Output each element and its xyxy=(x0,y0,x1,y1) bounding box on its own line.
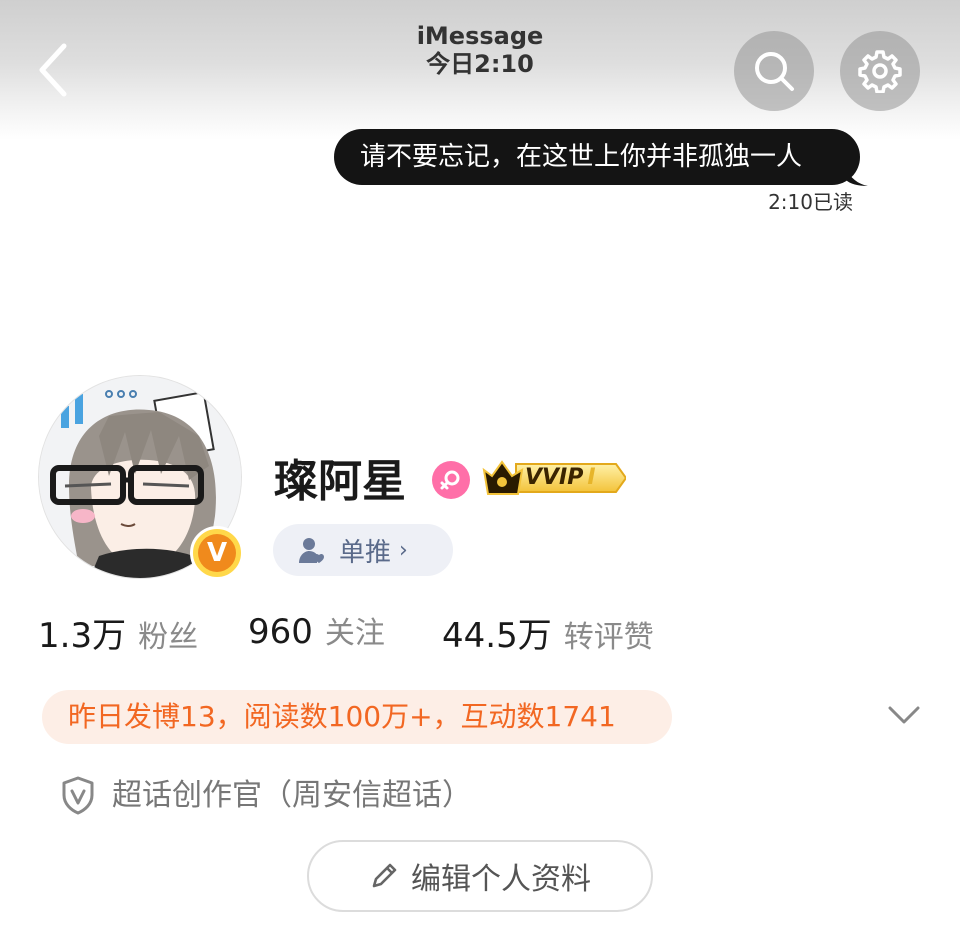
supertopic-role[interactable]: 超话创作官（周安信超话） xyxy=(112,772,472,820)
stat-value: 1.3万 xyxy=(38,616,127,656)
settings-button[interactable] xyxy=(840,31,920,111)
gear-icon xyxy=(858,50,902,93)
timestamp: 今日2:10 xyxy=(426,50,534,78)
bubble-tail xyxy=(846,168,868,186)
stat-following[interactable]: 960 关注 xyxy=(248,608,385,652)
read-status: 2:10已读 xyxy=(768,190,853,214)
header-title: iMessage 今日2:10 xyxy=(380,22,580,78)
back-button[interactable] xyxy=(28,38,78,102)
chevron-left-icon xyxy=(39,43,67,97)
app-title: iMessage xyxy=(416,22,544,50)
tag-label: 单推 xyxy=(339,537,392,568)
edit-profile-button[interactable]: 编辑个人资料 xyxy=(307,840,653,912)
expand-button[interactable] xyxy=(884,700,924,730)
stat-value: 44.5万 xyxy=(442,616,552,656)
activity-notice[interactable]: 昨日发博13，阅读数100万+，互动数1741 xyxy=(42,690,672,744)
female-gender-icon xyxy=(432,461,470,499)
stat-engagement[interactable]: 44.5万 转评赞 xyxy=(442,608,654,657)
stat-followers[interactable]: 1.3万 粉丝 xyxy=(38,608,198,657)
chevron-right-icon: › xyxy=(399,537,408,563)
search-icon xyxy=(755,52,794,91)
chevron-down-icon xyxy=(888,706,920,724)
message-bubble[interactable]: 请不要忘记，在这世上你并非孤独一人 xyxy=(334,129,860,185)
stat-label: 粉丝 xyxy=(138,620,199,655)
shield-v-icon xyxy=(62,776,94,815)
username: 璨阿星 xyxy=(274,456,406,507)
verified-badge[interactable]: V xyxy=(190,526,244,580)
search-button[interactable] xyxy=(734,31,814,111)
pencil-icon xyxy=(372,863,397,888)
person-heart-icon xyxy=(299,538,324,563)
verified-icon: V xyxy=(198,534,236,572)
tag-chip[interactable]: 单推 › xyxy=(273,524,453,576)
stat-label: 关注 xyxy=(324,616,385,651)
stat-label: 转评赞 xyxy=(563,620,654,655)
edit-profile-label: 编辑个人资料 xyxy=(411,862,591,897)
vvip-label: VVIP I xyxy=(525,465,596,490)
stat-value: 960 xyxy=(248,612,313,652)
message-text: 请不要忘记，在这世上你并非孤独一人 xyxy=(360,142,803,172)
